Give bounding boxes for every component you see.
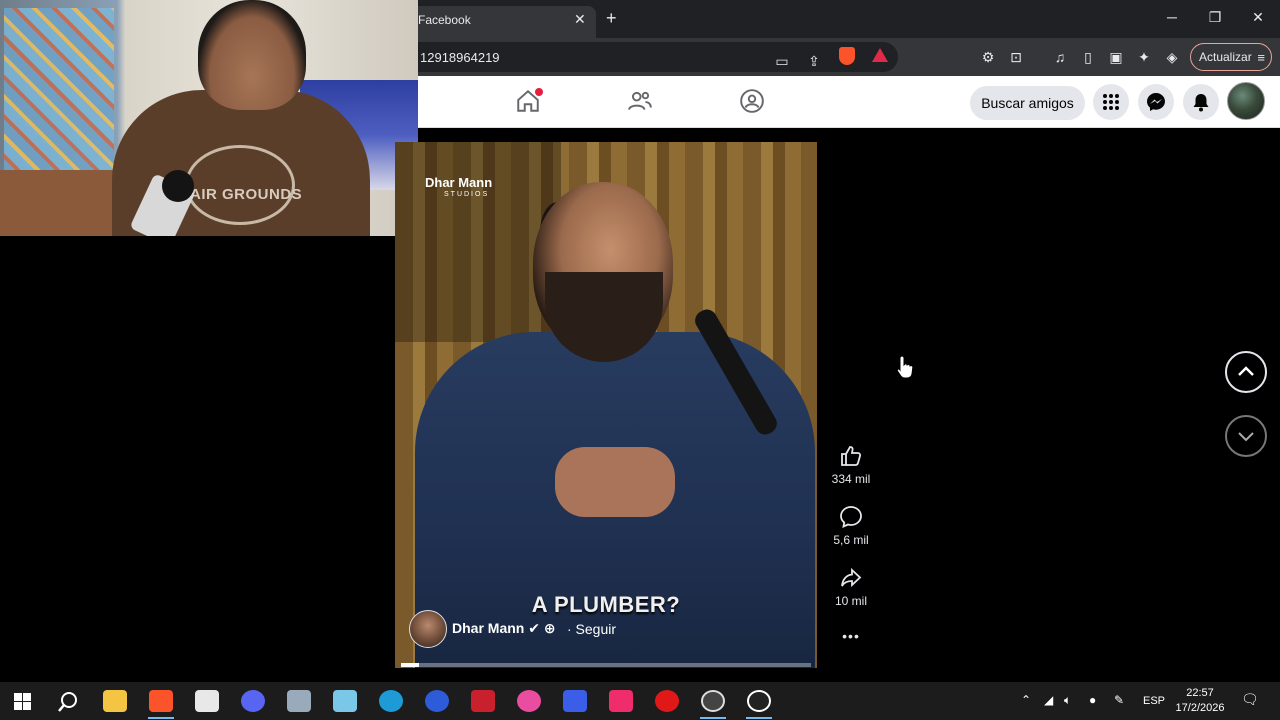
clock[interactable]: 22:57 17/2/2026: [1168, 686, 1232, 716]
video-man-hands: [555, 447, 675, 517]
video-progress-fill: [401, 663, 420, 667]
clock-date: 17/2/2026: [1175, 702, 1225, 714]
author-name[interactable]: Dhar Mann ✔ ⊕: [452, 620, 556, 637]
author-name-text: Dhar Mann: [452, 620, 525, 636]
microphone-icon[interactable]: ●: [1089, 693, 1096, 707]
pen-icon[interactable]: ✎: [1114, 693, 1124, 707]
app-icon[interactable]: [563, 690, 587, 712]
sidebar-icon[interactable]: ▯: [1078, 47, 1098, 67]
share-count: 10 mil: [834, 594, 867, 608]
new-tab-button[interactable]: +: [606, 8, 617, 29]
video-brand-sub: STUDIOS: [444, 191, 490, 198]
home-notification-dot: [535, 88, 543, 96]
notifications-icon: [1193, 94, 1209, 112]
brave-rewards-icon[interactable]: [872, 48, 888, 62]
shirt-text: AIR GROUNDS: [190, 186, 303, 203]
tab-title: Facebook: [418, 13, 471, 27]
app-icon[interactable]: [471, 690, 495, 712]
profile-avatar[interactable]: [1227, 82, 1265, 120]
notifications-button[interactable]: [1183, 84, 1219, 120]
webcam-curtain: [4, 8, 114, 173]
update-button-label: Actualizar: [1199, 50, 1252, 64]
menu-icon[interactable]: ≡: [1257, 50, 1265, 65]
shirt-logo: [185, 145, 295, 225]
discord-icon[interactable]: [241, 690, 265, 712]
url-text: 12918964219: [420, 50, 500, 65]
menu-grid-icon: [1103, 94, 1119, 110]
active-app-indicator: [148, 717, 174, 719]
chevron-down-icon: [1238, 432, 1254, 442]
update-button[interactable]: Actualizar ≡: [1190, 43, 1272, 71]
brave-shields-icon[interactable]: [839, 47, 855, 65]
start-icon[interactable]: [14, 693, 31, 710]
follow-button[interactable]: · Seguir: [567, 621, 616, 637]
active-app-indicator: [700, 717, 726, 719]
clock-time: 22:57: [1186, 687, 1214, 699]
windows-taskbar: ⌃ ◢ 🔈︎ ● ✎ ESP 22:57 17/2/2026 🗨︎: [0, 682, 1280, 720]
obs-icon[interactable]: [747, 690, 771, 712]
tab-close-button[interactable]: ✕: [574, 11, 586, 28]
page-search-icon[interactable]: ⊡: [1006, 47, 1026, 67]
friends-icon[interactable]: [627, 88, 653, 114]
extensions-icon[interactable]: ⚙: [978, 47, 998, 67]
file-explorer-icon[interactable]: [103, 690, 127, 712]
tab-facebook[interactable]: Facebook ✕: [400, 6, 596, 38]
cast-icon[interactable]: ▭: [772, 51, 792, 71]
find-friends-button[interactable]: Buscar amigos: [970, 86, 1085, 120]
chevron-up-icon: [1238, 366, 1254, 376]
notepad-icon[interactable]: [333, 690, 357, 712]
tray-overflow-icon[interactable]: ⌃: [1021, 693, 1031, 707]
webcam-microphone-head: [162, 170, 194, 202]
next-reel-button[interactable]: [1225, 415, 1267, 457]
address-bar[interactable]: 12918964219 ▭ ⇪: [400, 42, 898, 72]
messenger-button[interactable]: [1138, 84, 1174, 120]
hand-cursor-icon: [896, 355, 914, 379]
active-app-indicator: [746, 717, 772, 719]
minimize-button[interactable]: ─: [1162, 9, 1182, 25]
groups-icon[interactable]: [739, 88, 765, 114]
like-button[interactable]: 334 mil: [828, 444, 874, 486]
search-icon[interactable]: [57, 691, 79, 713]
app-icon[interactable]: [701, 690, 725, 712]
video-brand: Dhar Mann: [425, 175, 493, 190]
video-progress-bar[interactable]: [401, 663, 811, 667]
author-avatar[interactable]: [409, 610, 447, 648]
edge-icon[interactable]: [379, 690, 403, 712]
volume-icon[interactable]: 🔈︎: [1064, 693, 1071, 708]
media-icon[interactable]: ♫: [1050, 47, 1070, 67]
language-indicator[interactable]: ESP: [1143, 695, 1165, 707]
reel-video[interactable]: Dhar Mann STUDIOS A PLUMBER? Dhar Mann ✔…: [395, 142, 817, 668]
maximize-button[interactable]: ❐: [1205, 9, 1225, 26]
webcam-person-head: [198, 0, 306, 110]
app-icon[interactable]: [655, 690, 679, 712]
webcam-overlay: AIR GROUNDS: [0, 0, 418, 236]
app-icon[interactable]: [517, 690, 541, 712]
comment-icon: [840, 506, 862, 529]
app-icon[interactable]: [425, 690, 449, 712]
app-icon[interactable]: [287, 690, 311, 712]
previous-reel-button[interactable]: [1225, 351, 1267, 393]
like-icon: [841, 446, 862, 466]
notification-center-icon[interactable]: 🗨︎: [1241, 691, 1259, 708]
leo-ai-icon[interactable]: ✦: [1134, 47, 1154, 67]
comment-count: 5,6 mil: [833, 533, 869, 547]
network-icon[interactable]: ◢: [1044, 693, 1053, 707]
tiktok-icon[interactable]: [609, 690, 633, 712]
vpn-icon[interactable]: ◈: [1162, 47, 1182, 67]
verified-badge-icon: ✔ ⊕: [528, 620, 556, 636]
share-arrow-icon: [841, 567, 862, 588]
close-window-button[interactable]: ✕: [1248, 9, 1268, 26]
like-count: 334 mil: [831, 472, 871, 486]
video-caption: A PLUMBER?: [531, 592, 681, 617]
more-options-button[interactable]: •••: [828, 628, 874, 644]
brave-icon[interactable]: [149, 690, 173, 712]
app-icon[interactable]: [195, 690, 219, 712]
comment-button[interactable]: 5,6 mil: [828, 505, 874, 547]
share-icon[interactable]: ⇪: [804, 51, 824, 71]
messenger-icon: [1147, 93, 1165, 111]
share-button[interactable]: 10 mil: [828, 566, 874, 608]
wallet-icon[interactable]: ▣: [1106, 47, 1126, 67]
menu-button[interactable]: [1093, 84, 1129, 120]
